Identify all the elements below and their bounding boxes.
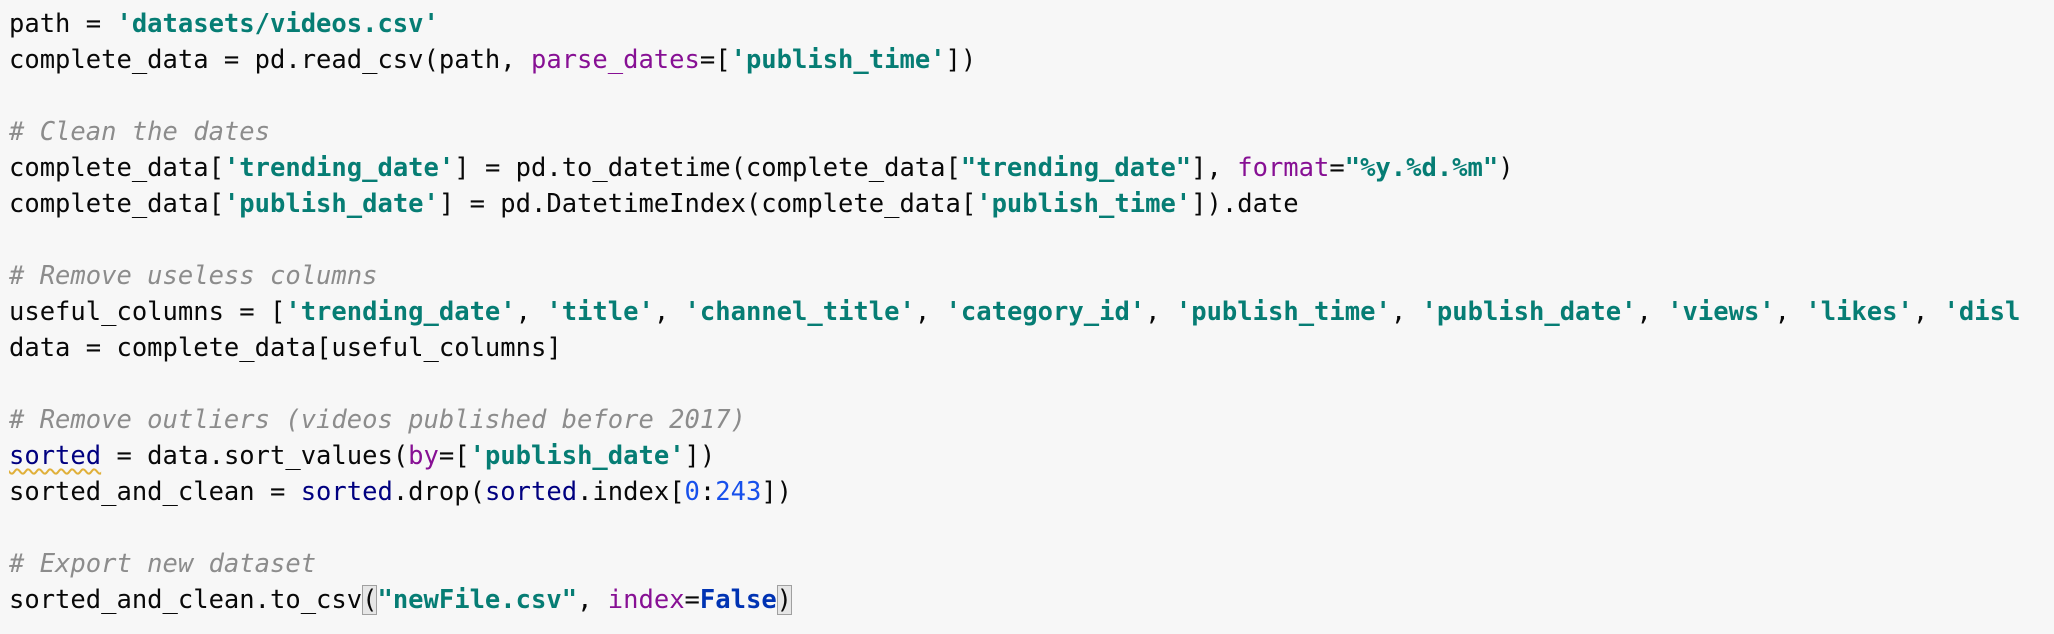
comment: # Clean the dates [9,117,270,147]
code-token: complete_data = pd.read_csv(path, [9,45,531,75]
code-token: , [1145,297,1176,327]
code-line[interactable]: # Remove outliers (videos published befo… [0,402,2054,438]
comment: # Remove useless columns [9,261,378,291]
string-literal: "%y.%d.%m" [1344,153,1499,183]
code-token: data = complete_data[useful_columns] [9,333,562,363]
comment: # Export new dataset [9,549,317,579]
boolean-literal: False [699,585,777,615]
code-token: = data.sort_values( [101,441,409,471]
code-token: ] = pd.to_datetime(complete_data[ [454,153,961,183]
string-literal: 'datasets/videos.csv' [116,9,439,39]
code-token: , [1774,297,1806,327]
string-literal: "newFile.csv" [377,585,578,615]
code-line[interactable]: sorted = data.sort_values(by=['publish_d… [0,438,2054,474]
code-line[interactable]: # Export new dataset [0,546,2054,582]
keyword-argument: index [607,585,685,615]
code-token: ], [1191,153,1238,183]
builtin-name-warning: sorted [9,441,102,471]
keyword-argument: by [408,441,439,471]
builtin-name: sorted [484,477,578,507]
code-line[interactable]: path = 'datasets/videos.csv' [0,6,2054,42]
code-token: , [1390,297,1422,327]
code-token: , [577,585,608,615]
string-literal: 'views' [1667,297,1775,327]
code-token: ] = pd.DatetimeIndex(complete_data[ [438,189,977,219]
number-literal: 0 [684,477,700,507]
string-literal: 'publish_time' [976,189,1192,219]
code-token: complete_data[ [9,189,224,219]
string-literal: 'disl [1943,297,2021,327]
code-line[interactable] [0,222,2054,258]
code-token: =[ [699,45,731,75]
comment: # Remove outliers (videos published befo… [9,405,746,435]
code-token: useful_columns = [ [9,297,286,327]
code-line[interactable] [0,366,2054,402]
code-token: , [914,297,946,327]
code-line[interactable] [0,78,2054,114]
code-token: ]).date [1191,189,1299,219]
code-line[interactable]: sorted_and_clean = sorted.drop(sorted.in… [0,474,2054,510]
code-token: = [1329,153,1345,183]
string-literal: 'publish_time' [1175,297,1391,327]
code-line[interactable]: complete_data = pd.read_csv(path, parse_… [0,42,2054,78]
code-line[interactable]: sorted_and_clean.to_csv("newFile.csv", i… [0,582,2054,618]
code-line[interactable]: complete_data['publish_date'] = pd.Datet… [0,186,2054,222]
string-literal: 'publish_date' [1421,297,1637,327]
code-token: =[ [438,441,470,471]
code-token: ) [1498,153,1514,183]
code-token: sorted_and_clean.to_csv [9,585,363,615]
code-token: ]) [684,441,716,471]
code-token: path = [9,9,117,39]
code-token: complete_data[ [9,153,224,183]
matched-brace: ( [362,585,378,615]
code-line[interactable]: data = complete_data[useful_columns] [0,330,2054,366]
code-token: , [515,297,547,327]
string-literal: 'category_id' [945,297,1146,327]
code-token: ]) [945,45,977,75]
code-line[interactable]: # Remove useless columns [0,258,2054,294]
string-literal: 'publish_time' [730,45,946,75]
builtin-name: sorted [300,477,393,507]
string-literal: 'channel_title' [684,297,915,327]
code-token: .index[ [577,477,685,507]
code-token: , [1912,297,1944,327]
string-literal: "trending_date" [960,153,1192,183]
code-token: = [684,585,700,615]
code-line[interactable]: complete_data['trending_date'] = pd.to_d… [0,150,2054,186]
keyword-argument: parse_dates [530,45,700,75]
code-token: sorted_and_clean = [9,477,301,507]
string-literal: 'trending_date' [223,153,455,183]
code-line[interactable] [0,510,2054,546]
code-token: .drop( [392,477,485,507]
keyword-argument: format [1237,153,1330,183]
code-token: ]) [761,477,793,507]
code-editor[interactable]: path = 'datasets/videos.csv' complete_dat… [0,0,2054,634]
string-literal: 'title' [546,297,654,327]
code-token: , [653,297,685,327]
number-literal: 243 [715,477,762,507]
string-literal: 'trending_date' [285,297,516,327]
string-literal: 'publish_date' [469,441,685,471]
string-literal: 'publish_date' [223,189,439,219]
code-token: : [699,477,716,507]
code-line[interactable]: useful_columns = ['trending_date', 'titl… [0,294,2054,330]
string-literal: 'likes' [1805,297,1913,327]
matched-brace: ) [776,585,793,615]
code-line[interactable]: # Clean the dates [0,114,2054,150]
code-token: , [1636,297,1668,327]
